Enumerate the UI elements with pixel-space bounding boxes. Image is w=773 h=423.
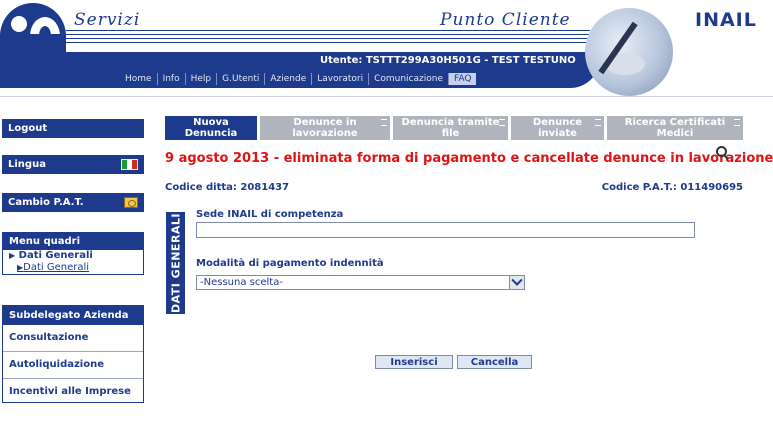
modalita-select[interactable]: -Nessuna scelta- [196,275,525,290]
magnifier-icon[interactable] [716,146,730,160]
link-consultazione[interactable]: Consultazione [3,325,143,352]
punto-cliente-title: Punto Cliente [440,10,571,30]
italian-flag-icon [121,159,138,170]
arrow-right-icon: ▶ [9,251,16,260]
codice-ditta: Codice ditta: 2081437 [165,182,290,193]
link-incentivi[interactable]: Incentivi alle Imprese [3,379,143,406]
header: Servizi Punto Cliente INAIL Utente: TSTT… [0,0,773,100]
servizi-title: Servizi [74,10,141,30]
nav-lavoratori[interactable]: Lavoratori [311,73,368,85]
logout-label: Logout [8,123,48,134]
tab-denuncia-file[interactable]: Denuncia tramite file [393,116,508,140]
menu-quadri: Menu quadri ▶ Dati Generali ▶Dati Genera… [2,232,144,275]
menu-quadri-title: Menu quadri [9,236,80,247]
chevron-down-icon[interactable] [509,276,524,289]
nav-home[interactable]: Home [120,73,157,85]
cancella-button[interactable]: Cancella [457,355,532,369]
lingua-link[interactable]: Lingua [2,155,144,174]
header-photo [585,8,673,96]
codice-pat: Codice P.A.T.: 011490695 [601,182,743,193]
user-info: Utente: TSTTT299A30H501G - TEST TESTUNO [320,55,576,66]
subdelegato-azienda: Subdelegato Azienda Consultazione Autoli… [2,305,144,403]
announcement[interactable]: 9 agosto 2013 - eliminata forma di pagam… [165,151,773,166]
modalita-selected-value: -Nessuna scelta- [200,277,283,288]
nav-info[interactable]: Info [156,73,185,85]
logout-link[interactable]: Logout [2,119,144,138]
nav-faq[interactable]: FAQ [448,73,477,85]
tab-ricerca-certificati[interactable]: Ricerca Certificati Medici [607,116,743,140]
cambio-pat-link[interactable]: Cambio P.A.T. [2,193,144,212]
nav-help[interactable]: Help [184,73,217,85]
subdelegato-title: Subdelegato Azienda [9,310,129,321]
nav-gutenti[interactable]: G.Utenti [216,73,264,85]
sede-label: Sede INAIL di competenza [196,209,344,220]
top-nav: Home Info Help G.Utenti Aziende Lavorato… [120,72,477,86]
nav-comunicazione[interactable]: Comunicazione [368,73,448,85]
menu-item-dati-generali[interactable]: ▶ Dati Generali [3,250,143,262]
tab-denunce-inviate[interactable]: Denunce inviate [511,116,604,140]
inserisci-button[interactable]: Inserisci [375,355,453,369]
tab-nuova-denuncia[interactable]: Nuova Denuncia [165,116,257,140]
modalita-label: Modalità di pagamento indennità [196,258,384,269]
nav-aziende[interactable]: Aziende [264,73,311,85]
dati-generali-section-tab: DATI GENERALI [166,212,185,314]
pat-change-icon [124,197,138,208]
menu-subitem-dati-generali[interactable]: ▶Dati Generali [3,262,143,274]
tab-denunce-lavorazione[interactable]: Denunce in lavorazione [260,116,390,140]
link-autoliquidazione[interactable]: Autoliquidazione [3,352,143,379]
cambio-pat-label: Cambio P.A.T. [8,197,84,208]
tab-bar: Nuova Denuncia Denunce in lavorazione Denu… [165,116,746,140]
sede-input[interactable] [196,222,695,238]
inail-brand: INAIL [695,9,757,31]
lingua-label: Lingua [8,159,46,170]
